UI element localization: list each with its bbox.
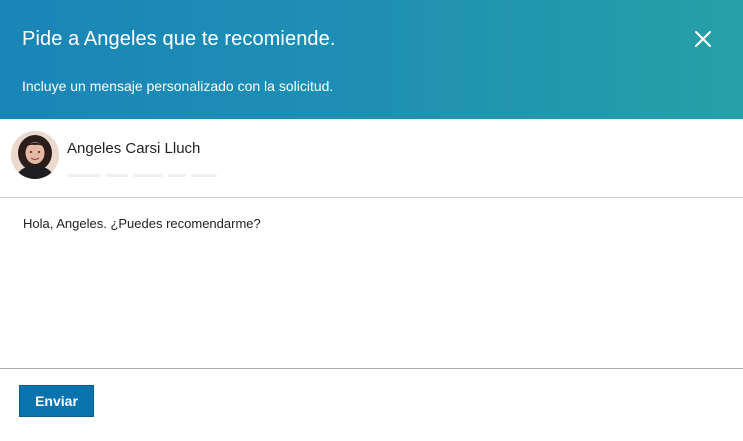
dialog-subtitle: Incluye un mensaje personalizado con la … [22, 78, 334, 94]
message-text: Hola, Angeles. ¿Puedes recomendarme? [23, 216, 261, 231]
recommendation-request-dialog: Pide a Angeles que te recomiende. Incluy… [0, 0, 743, 441]
close-icon [695, 31, 711, 47]
message-textarea[interactable]: Hola, Angeles. ¿Puedes recomendarme? [0, 198, 743, 369]
dialog-header: Pide a Angeles que te recomiende. Incluy… [0, 0, 743, 119]
dialog-title: Pide a Angeles que te recomiende. [22, 28, 336, 50]
avatar [11, 131, 59, 179]
recipient-card: Angeles Carsi Lluch [0, 119, 743, 198]
recipient-name: Angeles Carsi Lluch [67, 140, 201, 157]
send-button[interactable]: Enviar [19, 385, 94, 417]
close-button[interactable] [688, 24, 718, 54]
recipient-headline-placeholder [67, 167, 229, 178]
